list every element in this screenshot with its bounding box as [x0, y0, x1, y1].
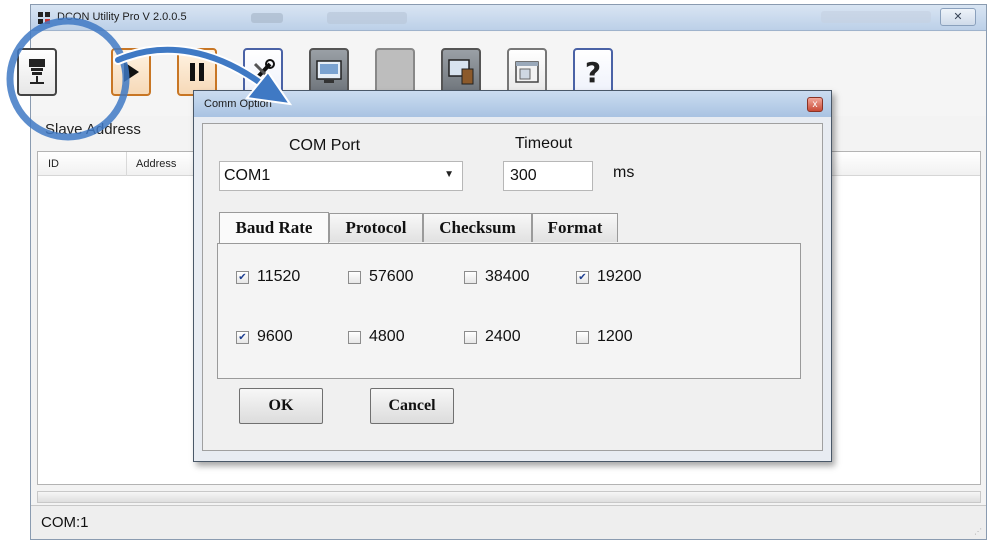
dialog-body: COM Port Timeout COM1 ▼ 300 ms Baud Rate… [202, 123, 823, 451]
com-port-value: COM1 [224, 167, 271, 184]
cancel-button[interactable]: Cancel [370, 388, 454, 424]
timeout-unit: ms [613, 164, 635, 181]
search-module-button[interactable] [17, 48, 57, 96]
play-icon [124, 62, 139, 82]
slave-address-label: Slave Address [45, 121, 141, 138]
baud-checkbox[interactable]: 38400 [464, 268, 530, 286]
terminal-button[interactable] [309, 48, 349, 96]
run-button[interactable] [111, 48, 151, 96]
checkbox-unchecked-icon[interactable] [348, 330, 361, 344]
checkbox-unchecked-icon[interactable] [576, 330, 589, 344]
window-button[interactable] [507, 48, 547, 96]
tab-format[interactable]: Format [532, 213, 618, 242]
column-header-id[interactable]: ID [48, 158, 59, 170]
tab-protocol[interactable]: Protocol [329, 213, 423, 242]
dialog-title-bar[interactable]: Comm Option x [194, 91, 831, 117]
column-header-address[interactable]: Address [136, 158, 176, 170]
ok-button[interactable]: OK [239, 388, 323, 424]
baud-label: 2400 [485, 328, 521, 345]
baud-checkbox[interactable]: ✔ 9600 [236, 328, 293, 346]
tab-checksum[interactable]: Checksum [423, 213, 532, 242]
checkbox-unchecked-icon[interactable] [464, 270, 477, 284]
dialog-close-button[interactable]: x [807, 97, 823, 112]
baud-checkbox[interactable]: 2400 [464, 328, 521, 346]
window-close-button[interactable]: ✕ [940, 8, 976, 26]
settings-button[interactable] [243, 48, 283, 96]
blank-button[interactable] [375, 48, 415, 96]
comm-option-dialog: Comm Option x COM Port Timeout COM1 ▼ 30… [193, 90, 832, 462]
help-icon: ? [584, 55, 602, 89]
baud-label: 38400 [485, 268, 530, 285]
baud-label: 19200 [597, 268, 642, 285]
checkbox-checked-icon[interactable]: ✔ [576, 270, 589, 284]
baud-checkbox[interactable]: 57600 [348, 268, 414, 286]
baud-label: 9600 [257, 328, 293, 345]
baud-label: 11520 [257, 268, 301, 285]
window-title: DCON Utility Pro V 2.0.0.5 [57, 11, 187, 23]
title-bar[interactable]: DCON Utility Pro V 2.0.0.5 ✕ [31, 5, 986, 31]
baud-checkbox[interactable]: 4800 [348, 328, 405, 346]
help-button[interactable]: ? [573, 48, 613, 96]
timeout-input[interactable]: 300 [503, 161, 593, 191]
checkbox-unchecked-icon[interactable] [464, 330, 477, 344]
app-icon [38, 12, 50, 24]
blurred-region [251, 13, 283, 23]
close-icon: ✕ [953, 11, 963, 23]
baud-checkbox[interactable]: ✔ 11520 [236, 268, 300, 286]
resize-grip-icon[interactable]: ⋰ [974, 527, 982, 536]
baud-label: 1200 [597, 328, 633, 345]
status-bar: COM:1 ⋰ [31, 505, 986, 539]
baud-rate-panel: ✔ 11520 57600 38400 ✔ 19200 ✔ 9600 4800 2400 1200 [217, 243, 801, 379]
chevron-down-icon: ▼ [444, 169, 454, 180]
baud-checkbox[interactable]: 1200 [576, 328, 633, 346]
checkbox-checked-icon[interactable]: ✔ [236, 330, 249, 344]
com-port-select[interactable]: COM1 ▼ [219, 161, 463, 191]
window-icon [515, 61, 539, 83]
dialog-title: Comm Option [204, 98, 272, 110]
module-icon [29, 59, 45, 84]
tools-icon [252, 59, 275, 83]
connect-button[interactable] [441, 48, 481, 96]
terminal-icon [316, 60, 342, 83]
blurred-region [327, 12, 407, 24]
timeout-value: 300 [510, 167, 537, 184]
baud-label: 57600 [369, 268, 414, 285]
checkbox-unchecked-icon[interactable] [348, 270, 361, 284]
com-port-label: COM Port [289, 137, 361, 154]
timeout-label: Timeout [515, 135, 573, 152]
column-separator [126, 152, 127, 176]
pause-button[interactable] [177, 48, 217, 96]
pause-icon [190, 63, 204, 81]
baud-label: 4800 [369, 328, 405, 345]
baud-checkbox[interactable]: ✔ 19200 [576, 268, 642, 286]
tab-baud-rate[interactable]: Baud Rate [219, 212, 329, 243]
close-icon: x [812, 99, 818, 110]
checkbox-checked-icon[interactable]: ✔ [236, 270, 249, 284]
computer-icon [448, 59, 474, 85]
status-text: COM:1 [41, 514, 89, 531]
blurred-region [821, 11, 931, 23]
horizontal-scrollbar[interactable] [37, 491, 981, 503]
